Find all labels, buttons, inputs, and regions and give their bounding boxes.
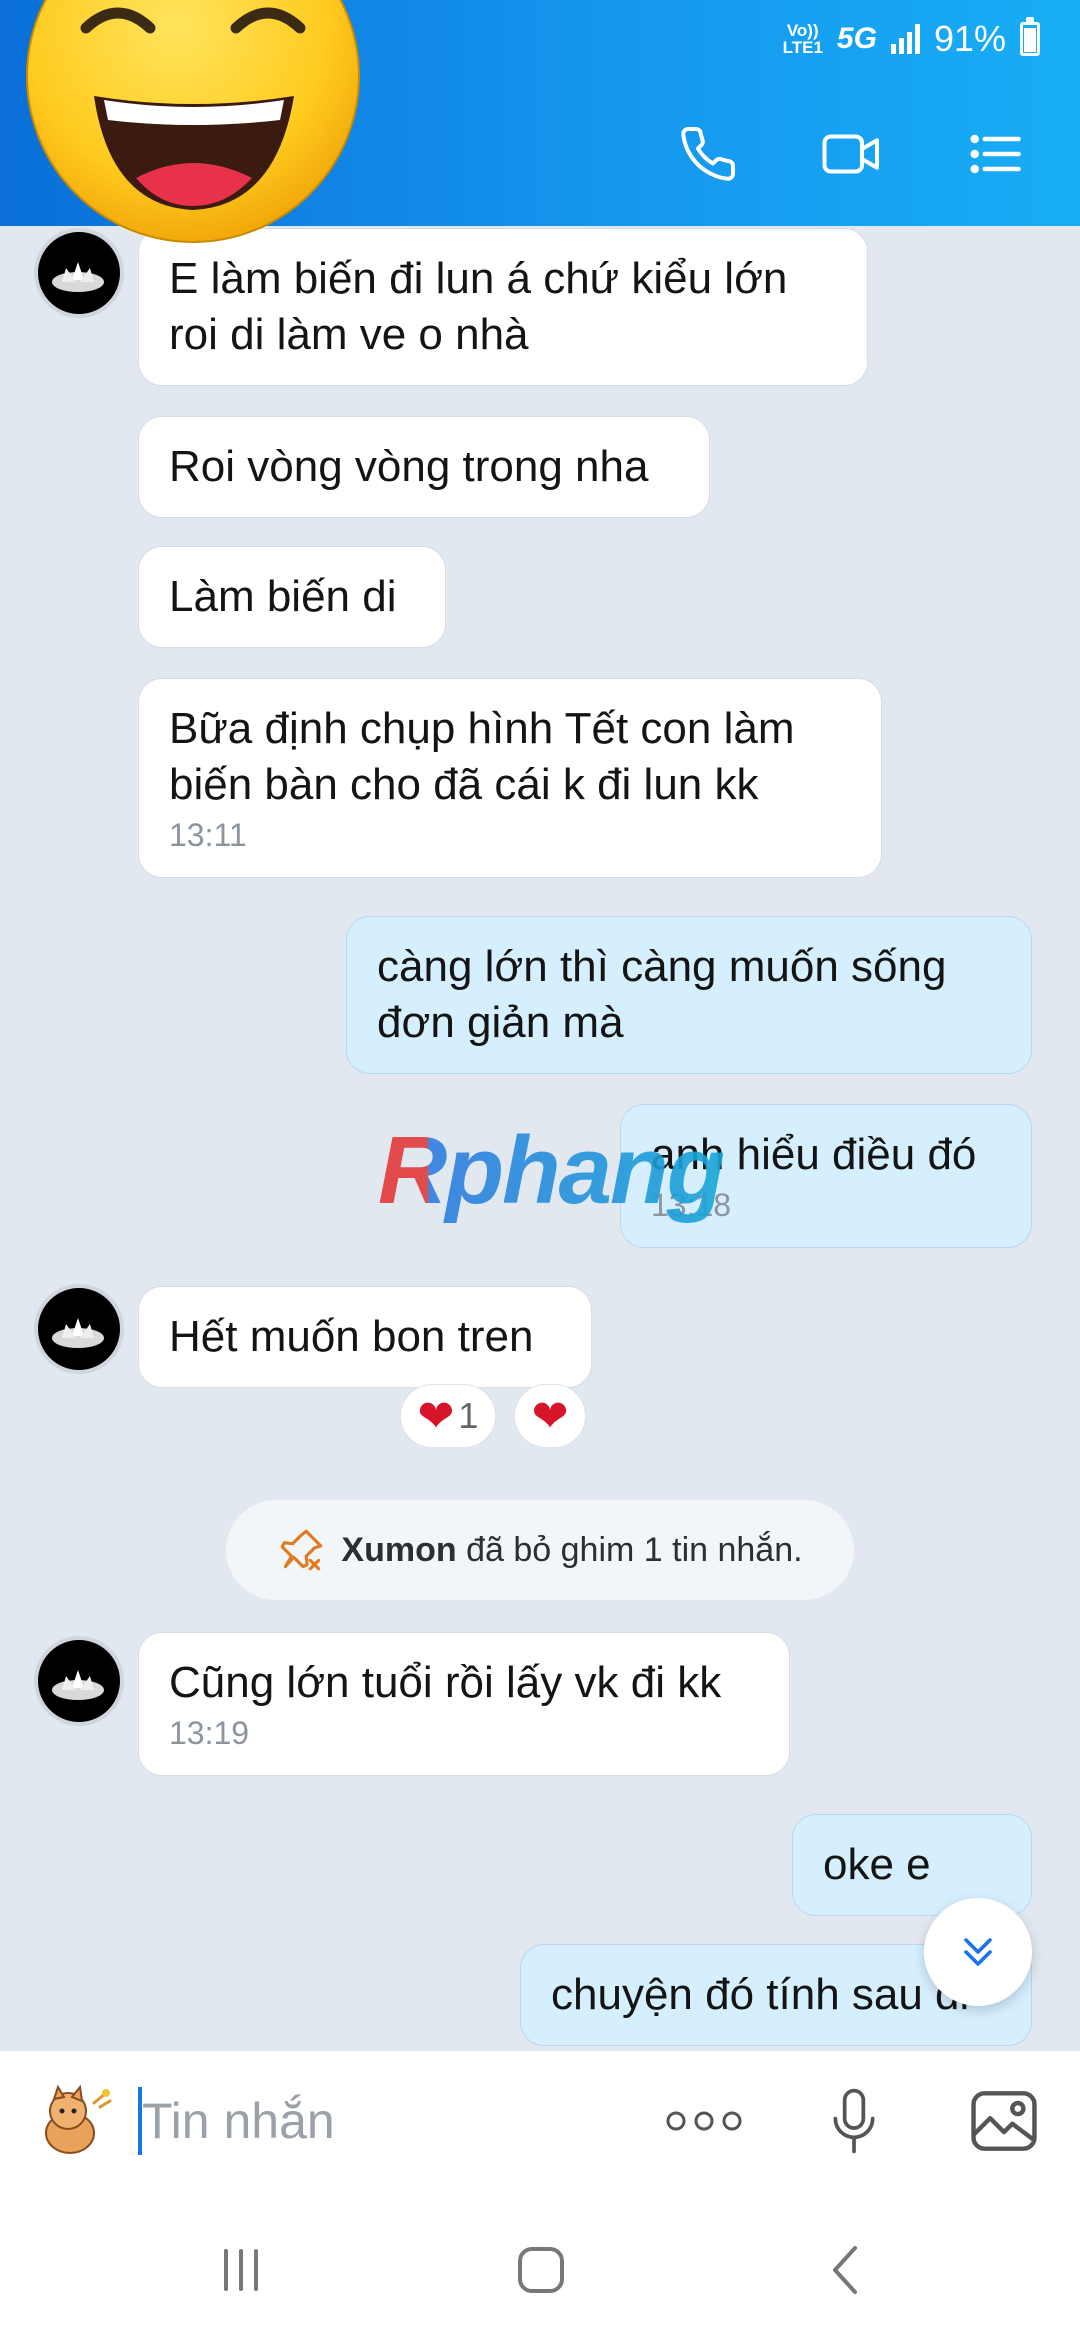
message-text: Cũng lớn tuổi rồi lấy vk đi kk bbox=[169, 1658, 722, 1707]
reaction-count: 1 bbox=[458, 1395, 479, 1436]
video-call-icon[interactable] bbox=[816, 118, 888, 190]
contact-avatar[interactable] bbox=[34, 1284, 124, 1374]
system-notice-name: Xumon bbox=[341, 1530, 457, 1569]
home-icon[interactable] bbox=[496, 2230, 586, 2310]
reaction-summary[interactable]: ❤ 1 bbox=[400, 1384, 496, 1448]
unpin-icon bbox=[281, 1529, 323, 1571]
message-bubble[interactable]: Làm biến di bbox=[138, 546, 446, 648]
watermark: Rphang bbox=[378, 1117, 725, 1224]
message-text: Hết muốn bon tren bbox=[169, 1312, 534, 1361]
message-text: chuyện đó tính sau di bbox=[551, 1970, 970, 2019]
chevrons-down-icon bbox=[964, 1938, 992, 1966]
message-bubble[interactable]: E làm biến đi lun á chứ kiểu lớn roi di … bbox=[138, 228, 868, 386]
message-bubble[interactable]: càng lớn thì càng muốn sống đơn giản mà bbox=[346, 916, 1032, 1074]
back-icon[interactable] bbox=[800, 2230, 890, 2310]
heart-icon: ❤ bbox=[531, 1391, 569, 1441]
sticker-icon[interactable] bbox=[34, 2083, 114, 2161]
image-icon[interactable] bbox=[964, 2081, 1044, 2161]
menu-list-icon[interactable] bbox=[960, 118, 1032, 190]
chat-area[interactable]: E làm biến đi lun á chứ kiểu lớn roi di … bbox=[0, 226, 1080, 2050]
message-bubble[interactable]: Roi vòng vòng trong nha bbox=[138, 416, 710, 518]
message-bubble[interactable]: Cũng lớn tuổi rồi lấy vk đi kk 13:19 bbox=[138, 1632, 790, 1776]
battery-percent: 91% bbox=[933, 18, 1006, 59]
react-heart-button[interactable]: ❤ bbox=[514, 1384, 586, 1448]
message-text: càng lớn thì càng muốn sống đơn giản mà bbox=[377, 942, 947, 1047]
message-bubble[interactable]: Bữa định chụp hình Tết con làm biến bàn … bbox=[138, 678, 882, 878]
contact-avatar[interactable] bbox=[34, 1636, 124, 1726]
message-input[interactable] bbox=[142, 2081, 622, 2161]
signal-icon bbox=[890, 24, 920, 54]
message-text: E làm biến đi lun á chứ kiểu lớn roi di … bbox=[169, 254, 788, 359]
system-nav-bar bbox=[0, 2190, 1080, 2340]
message-text: Roi vòng vòng trong nha bbox=[169, 442, 649, 491]
message-text: Làm biến di bbox=[169, 572, 397, 621]
system-notice: Xumon đã bỏ ghim 1 tin nhắn. bbox=[226, 1500, 854, 1600]
message-input-bar bbox=[0, 2050, 1080, 2190]
recent-apps-icon[interactable] bbox=[196, 2230, 286, 2310]
heart-icon: ❤ bbox=[417, 1391, 455, 1441]
scroll-to-bottom-button[interactable] bbox=[924, 1898, 1032, 2006]
more-options-icon[interactable] bbox=[664, 2081, 744, 2161]
message-text: oke e bbox=[823, 1840, 931, 1889]
system-notice-text: đã bỏ ghim 1 tin nhắn. bbox=[466, 1530, 803, 1569]
message-time: 13:19 bbox=[169, 1715, 250, 1751]
battery-icon bbox=[1020, 17, 1040, 56]
network-type: 5G bbox=[836, 22, 877, 55]
message-bubble[interactable]: Hết muốn bon tren bbox=[138, 1286, 592, 1388]
message-time: 13:11 bbox=[169, 817, 247, 853]
message-text: Bữa định chụp hình Tết con làm biến bàn … bbox=[169, 704, 795, 809]
status-icons: Vo)) LTE1 5G 91% bbox=[782, 17, 1040, 60]
volte-indicator: Vo)) LTE1 bbox=[782, 21, 823, 57]
phone-icon[interactable] bbox=[672, 118, 744, 190]
microphone-icon[interactable] bbox=[814, 2081, 894, 2161]
laughing-emoji-sticker bbox=[26, 0, 360, 250]
